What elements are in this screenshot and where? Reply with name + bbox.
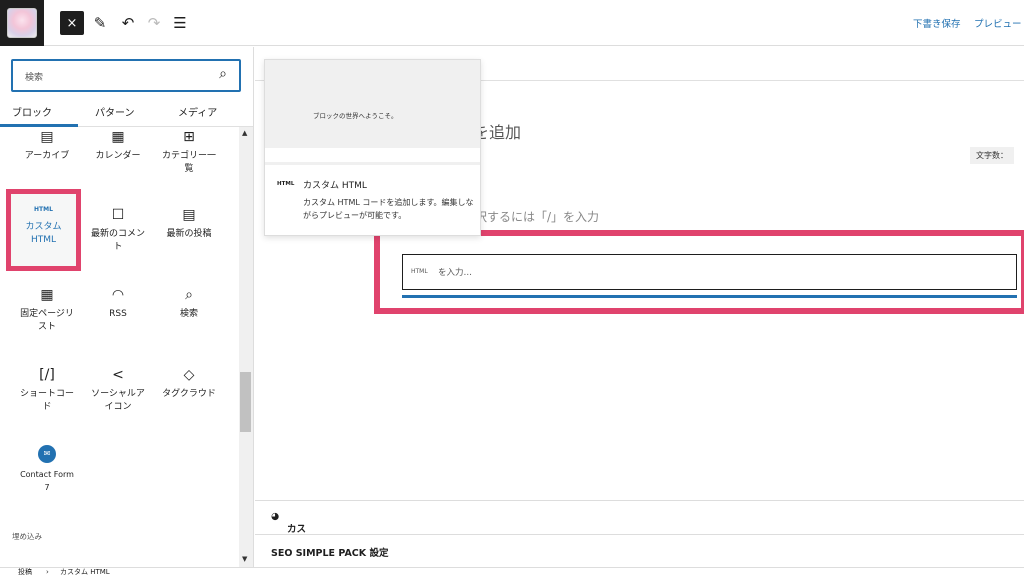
top-toolbar: × ✎ ↶ ↷ ☰ 下書き保存 プレビュー (0, 0, 1024, 46)
block-archive[interactable]: ▤ アーカイブ (11, 127, 83, 163)
html-icon: HTML (34, 206, 53, 213)
shortcode-icon: [/] (39, 367, 55, 383)
html-icon: HTML (277, 181, 295, 187)
save-draft-link[interactable]: 下書き保存 (913, 16, 961, 30)
breadcrumb-item-post[interactable]: 投稿 (18, 568, 32, 576)
tab-blocks[interactable]: ブロック (12, 104, 52, 119)
inserter-scrollbar[interactable]: ▲ ▼ (239, 127, 253, 567)
scrollbar-thumb[interactable] (240, 372, 251, 432)
block-hint-text: 択するには「/」を入力 (475, 210, 600, 224)
block-label: ソーシャルア イコン (91, 389, 145, 412)
contact-form-icon: ✉ (11, 445, 83, 465)
pages-icon: ▦ (40, 287, 54, 303)
block-custom-html[interactable]: HTML カスタム HTML (6, 189, 81, 271)
comment-icon: ☐ (111, 207, 125, 223)
block-calendar[interactable]: ▦ カレンダー (82, 127, 154, 163)
html-label: HTML (411, 268, 428, 275)
redo-icon: ↷ (147, 14, 161, 32)
block-preview-popover: ブロックの世界へようこそ。 HTML カスタム HTML カスタム HTML コ… (264, 59, 481, 236)
breadcrumb: 投稿 › カスタム HTML (0, 567, 1024, 576)
block-label: 最新の投稿 (166, 229, 212, 239)
block-label: 検索 (179, 309, 198, 319)
block-label: カテゴリー一覧 (161, 151, 216, 174)
custom-html-textarea[interactable]: HTML を入力… (402, 254, 1017, 290)
close-inserter-button[interactable]: × (60, 11, 84, 35)
breadcrumb-separator: › (46, 568, 49, 576)
meta-box-title: ◕ カスタムCSS & JS (271, 511, 307, 576)
calendar-icon: ▦ (111, 129, 125, 145)
block-search-input[interactable]: 検索 ⌕ (11, 59, 241, 92)
archive-icon: ▤ (40, 129, 54, 145)
search-icon: ⌕ (185, 287, 193, 303)
word-count: 文字数： (970, 147, 1014, 164)
block-latest-posts[interactable]: ▤ 最新の投稿 (153, 205, 225, 241)
block-shortcode[interactable]: [/] ショートコード (11, 365, 83, 414)
search-icon: ⌕ (219, 66, 227, 82)
block-contact-form-7[interactable]: ✉ Contact Form 7 (11, 445, 83, 494)
undo-button[interactable]: ↶ (116, 11, 140, 35)
block-rss[interactable]: ◠ RSS (82, 285, 154, 321)
meta-box-title: SEO SIMPLE PACK 設定 (271, 548, 389, 559)
edit-tool-button[interactable]: ✎ (88, 11, 112, 35)
preview-title: カスタム HTML (303, 181, 367, 191)
block-search[interactable]: ⌕ 検索 (153, 285, 225, 321)
scroll-up-icon[interactable]: ▲ (242, 129, 247, 137)
html-placeholder: を入力… (438, 268, 473, 278)
block-label: カスタム HTML (25, 222, 62, 245)
grid-icon: ⊞ (183, 129, 195, 145)
rss-icon: ◠ (111, 287, 125, 303)
block-inserter-panel: 検索 ⌕ ブロック パターン メディア ▤ アーカイブ ▦ カレンダー ⊞ カテ… (0, 47, 254, 567)
block-label: RSS (109, 309, 127, 319)
block-category-list[interactable]: ⊞ カテゴリー一覧 (153, 127, 225, 176)
block-label: ショートコード (19, 389, 74, 412)
editor-root: × ✎ ↶ ↷ ☰ 下書き保存 プレビュー 検索 ⌕ ブロック パターン メディ… (0, 0, 1024, 576)
block-social-icons[interactable]: < ソーシャルア イコン (82, 365, 154, 414)
search-placeholder: 検索 (25, 73, 44, 83)
share-icon: < (112, 367, 124, 383)
block-label: Contact Form 7 (20, 470, 74, 492)
scroll-down-icon[interactable]: ▼ (242, 555, 247, 563)
meta-box-custom-css-js[interactable]: ◕ カスタムCSS & JS (255, 500, 1024, 576)
meta-box-seo-simple-pack[interactable]: SEO SIMPLE PACK 設定 (255, 534, 1024, 567)
block-tag-cloud[interactable]: ◇ タグクラウド (153, 365, 225, 401)
tag-icon: ◇ (183, 367, 195, 383)
preview-description: カスタム HTML コードを追加します。編集しながらプレビューが可能です。 (303, 198, 474, 220)
site-icon-button[interactable] (0, 0, 44, 46)
breadcrumb-item-custom-html[interactable]: カスタム HTML (60, 568, 110, 576)
preview-welcome-text: ブロックの世界へようこそ。 (313, 112, 398, 120)
block-label: 最新のコメント (90, 229, 145, 252)
redo-button[interactable]: ↷ (142, 11, 166, 35)
embeds-section-label: 埋め込み (12, 532, 42, 541)
html-block-underline (402, 295, 1017, 298)
preview-link[interactable]: プレビュー (974, 16, 1022, 30)
pencil-icon: ✎ (93, 14, 107, 32)
divider (265, 162, 480, 165)
close-icon: × (66, 15, 78, 31)
block-label: 固定ページリ スト (20, 309, 74, 332)
tab-media[interactable]: メディア (178, 104, 217, 119)
block-page-list[interactable]: ▦ 固定ページリ スト (11, 285, 83, 334)
posts-list-icon: ▤ (182, 207, 196, 223)
block-latest-comments[interactable]: ☐ 最新のコメント (82, 205, 154, 254)
undo-icon: ↶ (121, 14, 135, 32)
tab-patterns[interactable]: パターン (95, 104, 135, 119)
inserter-tabs: ブロック パターン メディア (0, 99, 253, 127)
block-label: タグクラウド (162, 389, 216, 399)
block-label: カレンダー (95, 151, 141, 161)
list-view-icon: ☰ (173, 14, 187, 32)
block-label: アーカイブ (24, 151, 70, 161)
preview-canvas (265, 60, 480, 148)
site-logo (7, 8, 37, 38)
list-view-button[interactable]: ☰ (168, 11, 192, 35)
